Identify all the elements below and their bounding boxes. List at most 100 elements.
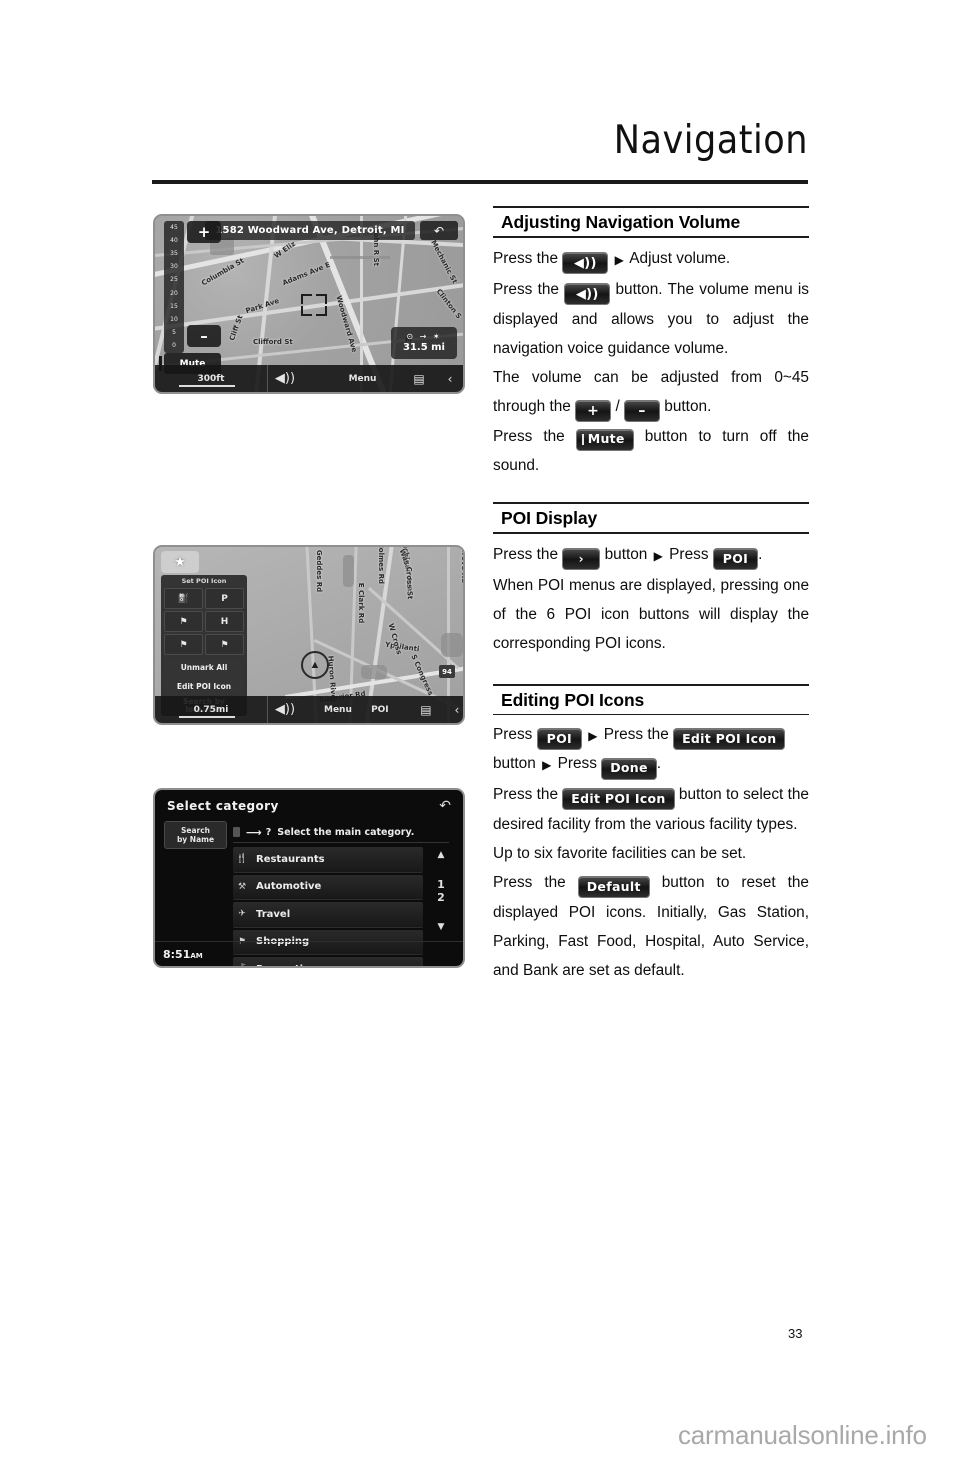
edit-poi-icon-button[interactable]: Edit POI Icon <box>164 678 244 695</box>
default-button-glyph[interactable]: Default <box>577 876 650 898</box>
category-label: Recreation <box>256 964 317 966</box>
paragraph: Press the ◀)) button. The volume menu is… <box>493 280 809 358</box>
category-screen-title: Select category <box>167 799 279 813</box>
page-header: Navigation <box>152 118 808 184</box>
section-poi-display: POI Display Press the › button ▶ Press P… <box>493 502 809 658</box>
scroll-up-icon[interactable]: ▲ <box>438 850 445 860</box>
category-label: Restaurants <box>256 853 325 865</box>
route-shield: 94 <box>439 665 455 678</box>
volume-tick: 35 <box>170 250 178 258</box>
volume-increase-button-glyph[interactable]: + <box>575 400 612 422</box>
category-icon: 🍴 <box>236 854 248 865</box>
poi-button[interactable]: POI <box>352 696 408 723</box>
chevron-right-button-glyph[interactable]: › <box>562 547 601 570</box>
volume-tick: 15 <box>170 302 178 310</box>
status-clock: 8:51AM <box>163 948 203 961</box>
list-item[interactable]: ⚑ Shopping <box>233 929 423 955</box>
category-list: 🍴 Restaurants ⚒ Automotive ✈ Travel ⚑ Sh… <box>233 847 423 966</box>
map-street-label: Cross St <box>404 566 414 600</box>
step-arrow-icon: ▶ <box>653 548 663 563</box>
category-label: Automotive <box>256 881 322 893</box>
hint-box-icon <box>233 827 240 837</box>
map-street-label: Clinton S <box>434 287 463 321</box>
chapter-title: Navigation <box>613 118 808 163</box>
done-button-glyph[interactable]: Done <box>601 757 657 780</box>
list-item[interactable]: ✈ Travel <box>233 902 423 928</box>
screenshot-navigation-volume: Columbia St W Eliz Adams Ave E John R St… <box>153 214 465 394</box>
back-icon[interactable]: ↶ <box>420 221 458 240</box>
category-screen: Select category ↶ Search by Name ⟶ ? Sel… <box>155 790 463 966</box>
section-heading: Adjusting Navigation Volume <box>501 212 741 232</box>
section-divider-bottom <box>493 532 809 534</box>
map-street-label: Clifford St <box>253 338 293 346</box>
poi-button-glyph[interactable]: POI <box>712 547 759 570</box>
back-icon[interactable]: ↶ <box>439 797 451 814</box>
collapse-icon[interactable]: ‹ <box>437 365 463 392</box>
scale-bar <box>179 385 235 387</box>
favorite-star-icon[interactable]: ★ <box>161 551 199 573</box>
edit-poi-icon-button-glyph[interactable]: Edit POI Icon <box>673 728 786 751</box>
list-item[interactable]: ⚒ Automotive <box>233 874 423 900</box>
poi-icon-grid: ⛽ P ⚑ H ⚑ ⚑ <box>161 586 247 657</box>
poi-icon-button[interactable]: P <box>205 588 244 609</box>
paragraph: Press the Mute button to turn off the so… <box>493 428 809 474</box>
poi-icon-button[interactable]: ⛽ <box>164 588 203 609</box>
speaker-icon[interactable]: ◀)) <box>268 365 302 392</box>
text-column: Adjusting Navigation Volume Press the ◀)… <box>493 206 809 989</box>
status-bar-divider <box>155 941 463 942</box>
volume-decrease-button[interactable]: – <box>187 325 221 347</box>
poi-icon-button[interactable]: ⚑ <box>164 634 203 655</box>
scroll-down-icon[interactable]: ▼ <box>438 922 445 932</box>
mute-button-glyph[interactable]: Mute <box>575 428 634 451</box>
section-divider-bottom <box>493 713 809 715</box>
volume-increase-button[interactable]: + <box>187 221 221 243</box>
page-number: 33 <box>788 1326 803 1341</box>
poi-button-glyph[interactable]: POI <box>536 728 582 751</box>
speaker-button-glyph[interactable]: ◀)) <box>562 252 609 274</box>
volume-decrease-button-glyph[interactable]: – <box>624 400 660 422</box>
paragraph: Up to six favorite facilities can be set… <box>493 844 747 862</box>
paragraph: When POI menus are displayed, pressing o… <box>493 576 809 652</box>
menu-button[interactable]: Menu <box>302 696 352 723</box>
section-heading: POI Display <box>501 508 598 528</box>
map-bottom-toolbar: 300ft ◀)) Menu ▤ ‹ <box>155 365 463 392</box>
volume-scale: 45 40 35 30 25 20 15 10 5 0 <box>164 221 184 353</box>
volume-tick: 45 <box>170 224 178 231</box>
paragraph: The volume can be adjusted from 0~45 thr… <box>493 363 809 422</box>
step-arrow-icon: ▶ <box>614 252 624 267</box>
poi-icon-button[interactable]: ⚑ <box>205 634 244 655</box>
screenshot-select-category: Select category ↶ Search by Name ⟶ ? Sel… <box>153 788 465 968</box>
map-view-icon[interactable]: ▤ <box>401 365 437 392</box>
category-label: Travel <box>256 908 291 920</box>
speaker-icon[interactable]: ◀)) <box>268 696 302 723</box>
map-view-icon[interactable]: ▤ <box>408 696 444 723</box>
collapse-icon[interactable]: ‹ <box>444 696 463 723</box>
list-item[interactable]: 🍴 Restaurants <box>233 847 423 873</box>
search-by-name-button[interactable]: Search by Name <box>164 821 227 849</box>
menu-button[interactable]: Menu <box>302 365 401 392</box>
category-icon: ⛳ <box>236 963 248 966</box>
poi-icon-button[interactable]: H <box>205 611 244 632</box>
distance-value: 31.5 mi <box>402 342 445 353</box>
speaker-button-glyph[interactable]: ◀)) <box>564 283 611 305</box>
paragraph: Press the Default button to reset the di… <box>493 873 809 979</box>
map-street-label: Adams Ave E <box>281 260 332 288</box>
list-item[interactable]: ⛳ Recreation <box>233 957 423 966</box>
volume-tick: 40 <box>170 237 178 245</box>
step-arrow-icon: ▶ <box>588 729 598 743</box>
section-heading: Editing POI Icons <box>501 689 645 710</box>
page-indicator: 1 2 <box>437 878 445 904</box>
distance-indicator: ⊙ → ✶ 31.5 mi <box>391 327 457 359</box>
paragraph: Press the Edit POI Icon button to select… <box>493 785 809 833</box>
unmark-all-button[interactable]: Unmark All <box>164 659 244 676</box>
poi-icon-button[interactable]: ⚑ <box>164 611 203 632</box>
edit-poi-icon-button-glyph[interactable]: Edit POI Icon <box>562 787 675 810</box>
poi-side-panel: Set POI Icon ⛽ P ⚑ H ⚑ ⚑ Unmark All Edit… <box>161 575 247 716</box>
list-scroll-controls: ▲ 1 2 ▼ <box>429 850 453 932</box>
category-hint: ⟶ ? Select the main category. <box>233 822 449 843</box>
map-street-label: E Clark Rd <box>357 582 366 624</box>
vehicle-position-marker: ▲ <box>301 651 329 679</box>
category-icon: ⚒ <box>237 881 247 892</box>
step-arrow-icon: ▶ <box>542 758 552 773</box>
address-bar: 1582 Woodward Ave, Detroit, MI <box>205 221 415 240</box>
